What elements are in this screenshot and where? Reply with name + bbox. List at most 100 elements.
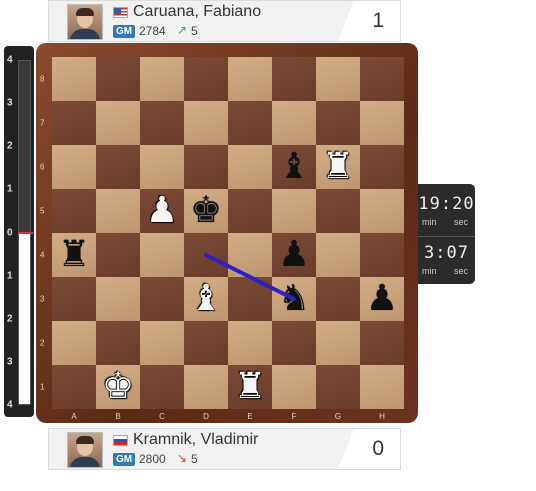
rating-change-top: 5 [191, 24, 198, 38]
white-bishop-d3[interactable]: ♝ [184, 277, 228, 321]
square-b1[interactable]: ♚ [96, 365, 140, 409]
square-h7[interactable] [360, 101, 404, 145]
player-panel-top: Caruana, Fabiano GM 2784 ↗ 5 1 [48, 0, 401, 42]
square-g3[interactable] [316, 277, 360, 321]
square-b7[interactable] [96, 101, 140, 145]
clock-min-label-top: min [422, 217, 437, 227]
square-h3[interactable]: ♟ [360, 277, 404, 321]
file-label-a: A [71, 412, 77, 421]
square-b5[interactable] [96, 189, 140, 233]
square-a1[interactable] [52, 365, 96, 409]
square-e4[interactable] [228, 233, 272, 277]
rank-label-1: 1 [40, 382, 45, 392]
black-knight-f3[interactable]: ♞ [272, 277, 316, 321]
square-h1[interactable] [360, 365, 404, 409]
score-top: 1 [338, 1, 400, 41]
black-pawn-f4[interactable]: ♟ [272, 233, 316, 277]
trend-up-icon: ↗ [177, 23, 188, 37]
evaluation-scale-label: 4 [7, 54, 13, 66]
square-d3[interactable]: ♝ [184, 277, 228, 321]
square-f3[interactable]: ♞ [272, 277, 316, 321]
player-panel-bottom: Kramnik, Vladimir GM 2800 ↘ 5 0 [48, 428, 401, 470]
square-c2[interactable] [140, 321, 184, 365]
black-rook-a4[interactable]: ♜ [52, 233, 96, 277]
square-f1[interactable] [272, 365, 316, 409]
white-pawn-c5[interactable]: ♟ [140, 189, 184, 233]
player-name-bottom: Kramnik, Vladimir [133, 431, 259, 448]
square-g7[interactable] [316, 101, 360, 145]
square-e1[interactable]: ♜ [228, 365, 272, 409]
player-photo-caruana [67, 4, 103, 40]
square-f5[interactable] [272, 189, 316, 233]
white-king-b1[interactable]: ♚ [96, 365, 140, 409]
square-f2[interactable] [272, 321, 316, 365]
rank-label-3: 3 [40, 294, 45, 304]
chess-board[interactable]: ♝ ♜ ♟ ♚ ♜ ♟ ♝ ♞ ♟ ♚ ♜ [52, 57, 404, 409]
square-h6[interactable] [360, 145, 404, 189]
square-b4[interactable] [96, 233, 140, 277]
rank-label-8: 8 [40, 74, 45, 84]
square-e8[interactable] [228, 57, 272, 101]
square-a2[interactable] [52, 321, 96, 365]
black-pawn-h3[interactable]: ♟ [360, 277, 404, 321]
square-a4[interactable]: ♜ [52, 233, 96, 277]
square-f7[interactable] [272, 101, 316, 145]
evaluation-scale-label: 3 [7, 97, 13, 109]
rating-top: 2784 [139, 24, 166, 38]
square-g4[interactable] [316, 233, 360, 277]
square-f8[interactable] [272, 57, 316, 101]
file-label-g: G [334, 412, 342, 421]
square-a5[interactable] [52, 189, 96, 233]
square-c4[interactable] [140, 233, 184, 277]
square-g2[interactable] [316, 321, 360, 365]
clock-time-bottom: 3:07 [424, 243, 469, 263]
square-d7[interactable] [184, 101, 228, 145]
square-a6[interactable] [52, 145, 96, 189]
square-c1[interactable] [140, 365, 184, 409]
square-h5[interactable] [360, 189, 404, 233]
square-b2[interactable] [96, 321, 140, 365]
white-rook-e1[interactable]: ♜ [228, 365, 272, 409]
evaluation-bar: 4 3 2 1 0 1 2 3 4 [4, 46, 34, 417]
rank-label-6: 6 [40, 162, 45, 172]
square-h2[interactable] [360, 321, 404, 365]
square-e7[interactable] [228, 101, 272, 145]
square-h8[interactable] [360, 57, 404, 101]
square-c8[interactable] [140, 57, 184, 101]
square-e6[interactable] [228, 145, 272, 189]
evaluation-scale-label: 3 [7, 356, 13, 368]
square-h4[interactable] [360, 233, 404, 277]
square-f4[interactable]: ♟ [272, 233, 316, 277]
square-a7[interactable] [52, 101, 96, 145]
square-d4[interactable] [184, 233, 228, 277]
square-d2[interactable] [184, 321, 228, 365]
square-b8[interactable] [96, 57, 140, 101]
square-d1[interactable] [184, 365, 228, 409]
square-b3[interactable] [96, 277, 140, 321]
square-e5[interactable] [228, 189, 272, 233]
black-bishop-f6[interactable]: ♝ [272, 145, 316, 189]
square-e2[interactable] [228, 321, 272, 365]
white-rook-g6[interactable]: ♜ [316, 145, 360, 189]
square-g1[interactable] [316, 365, 360, 409]
square-g6[interactable]: ♜ [316, 145, 360, 189]
ru-flag-icon [113, 435, 128, 446]
square-d6[interactable] [184, 145, 228, 189]
square-a8[interactable] [52, 57, 96, 101]
square-g8[interactable] [316, 57, 360, 101]
square-d8[interactable] [184, 57, 228, 101]
black-king-d5[interactable]: ♚ [184, 189, 228, 233]
square-g5[interactable] [316, 189, 360, 233]
evaluation-scale-label: 0 [7, 227, 13, 238]
square-d5[interactable]: ♚ [184, 189, 228, 233]
square-b6[interactable] [96, 145, 140, 189]
square-f6[interactable]: ♝ [272, 145, 316, 189]
square-c6[interactable] [140, 145, 184, 189]
square-a3[interactable] [52, 277, 96, 321]
square-e3[interactable] [228, 277, 272, 321]
clock-time-top: 19:20 [418, 194, 475, 214]
square-c5[interactable]: ♟ [140, 189, 184, 233]
rating-change-bottom: 5 [191, 452, 198, 466]
square-c3[interactable] [140, 277, 184, 321]
square-c7[interactable] [140, 101, 184, 145]
